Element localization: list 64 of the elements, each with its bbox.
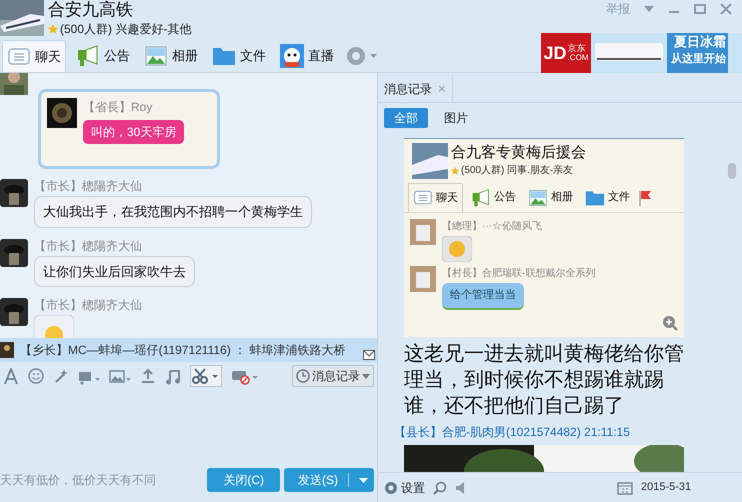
message-bubble: 让你们失业后回家吹牛去 bbox=[34, 256, 195, 287]
sender-name: 【市长】樬陽齐大仙 bbox=[34, 298, 142, 312]
tab-label: 文件 bbox=[581, 183, 634, 212]
notice-text: 【乡长】MC—蚌埠—瑶仔(1197121116) ： 蚌埠津浦铁路大桥 bbox=[20, 342, 346, 359]
tab[interactable]: 聊天 bbox=[2, 40, 66, 72]
tab[interactable]: 直播 bbox=[276, 40, 338, 72]
caret-icon bbox=[359, 478, 368, 482]
clock-icon bbox=[296, 369, 310, 383]
search-icon[interactable] bbox=[433, 480, 447, 494]
bear-face-icon bbox=[280, 44, 304, 68]
message-bubble: 给个管理当当 bbox=[442, 283, 524, 310]
tab-label: 相册 bbox=[524, 183, 577, 212]
tab-label: 公告 bbox=[467, 183, 520, 212]
history-button[interactable]: 消息记录 bbox=[292, 365, 374, 387]
sender-name: 【村長】合肥瑞联-联想戴尔全系列 bbox=[442, 266, 596, 281]
ad-logo: JD bbox=[544, 42, 567, 64]
settings-button[interactable]: 设置 bbox=[384, 478, 425, 496]
picture-icon bbox=[144, 44, 168, 68]
ad-logo-text: 京东 bbox=[568, 43, 587, 53]
history-tab[interactable]: 消息记录 × bbox=[378, 76, 453, 102]
caret-icon bbox=[362, 374, 370, 378]
ad-headline: 夏日冰霜 bbox=[674, 33, 726, 51]
magic-wand-icon[interactable] bbox=[53, 368, 69, 384]
megaphone-icon bbox=[76, 44, 100, 68]
message-text: 这老兄一进去就叫黄梅佬给你管理当，到时候你不想踢谁就踢谁，还不把他们自己踢了 bbox=[404, 342, 685, 419]
mail-icon[interactable] bbox=[363, 350, 375, 360]
tab[interactable]: 文件 bbox=[208, 40, 270, 72]
sender-name: 【總理】···☆伈随风飞 bbox=[442, 220, 542, 234]
star-icon bbox=[451, 166, 459, 174]
music-note-icon[interactable] bbox=[165, 368, 181, 384]
ad-tagline: 从这里开始 bbox=[671, 52, 726, 67]
group-info: (500人群) 兴趣爱好-其他 bbox=[60, 21, 192, 38]
group-title: 合九客专黄梅后援会 bbox=[451, 143, 586, 163]
picture-icon[interactable] bbox=[109, 368, 131, 384]
message-meta: 【县长】合肥-肌肉男(1021574482) 21:11:15 bbox=[394, 424, 631, 441]
sender-name: 【市长】樬陽齐大仙 bbox=[34, 238, 143, 252]
star-icon bbox=[48, 24, 58, 34]
picture-icon bbox=[528, 188, 548, 208]
maximize-icon[interactable] bbox=[694, 4, 706, 14]
upload-icon[interactable] bbox=[140, 368, 156, 384]
calendar-icon[interactable] bbox=[617, 480, 633, 494]
sender-name: 【市长】樬陽齐大仙 bbox=[34, 179, 143, 193]
close-icon[interactable] bbox=[720, 3, 732, 15]
emoji-icon bbox=[442, 236, 472, 262]
scissors-icon[interactable] bbox=[190, 365, 222, 387]
ad-logo-text: .COM bbox=[568, 53, 588, 63]
group-title: 合安九高铁 bbox=[48, 0, 134, 20]
zoom-in-icon bbox=[662, 315, 678, 331]
tab[interactable]: 相册 bbox=[140, 40, 202, 72]
tab[interactable]: 公告 bbox=[72, 40, 134, 72]
ad-slogan: 天天有低价，低价天天有不同 bbox=[0, 472, 156, 489]
flag-icon bbox=[638, 190, 652, 206]
date-text[interactable]: 2015-5-31 bbox=[641, 479, 692, 496]
sender-name: 【省長】Roy bbox=[83, 99, 154, 116]
smiley-icon[interactable] bbox=[28, 368, 44, 384]
filter-tab[interactable]: 图片 bbox=[434, 108, 478, 128]
group-info: (500人群) 同事.朋友-亲友 bbox=[461, 164, 574, 178]
scrollbar-thumb bbox=[728, 163, 736, 179]
message-bubble: 叫的，30天牢房 bbox=[83, 120, 184, 144]
dropdown-icon[interactable] bbox=[644, 6, 654, 12]
filter-tab[interactable]: 全部 bbox=[384, 108, 428, 128]
megaphone-icon bbox=[471, 188, 491, 208]
font-icon[interactable] bbox=[3, 368, 19, 384]
message-bubble: 大仙我出手，在我范围内不招聘一个黄梅学生 bbox=[34, 196, 312, 228]
